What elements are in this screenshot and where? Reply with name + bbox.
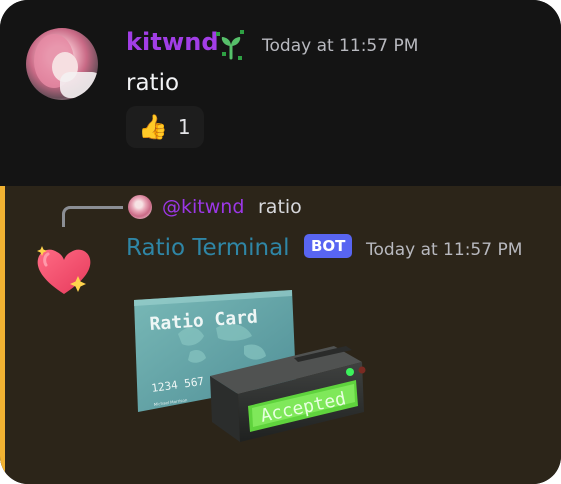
mention-accent-bar [0, 186, 5, 484]
username[interactable]: kitwnd [126, 28, 219, 56]
reaction-count: 1 [177, 115, 191, 139]
ratio-card-terminal-image[interactable]: Ratio Card 1234 567 Michael Morrison Acc… [126, 284, 396, 458]
chat-frame: kitwnd Today at 11:57 PM ratio 👍 1 @kitw… [0, 0, 561, 484]
message-kitwnd: kitwnd Today at 11:57 PM ratio 👍 1 [0, 0, 561, 186]
reaction-thumbs-up[interactable]: 👍 1 [126, 106, 204, 148]
reply-connector [62, 206, 123, 227]
timestamp: Today at 11:57 PM [366, 240, 523, 260]
sparkling-heart-icon[interactable] [34, 242, 94, 298]
bot-badge: BOT [304, 234, 353, 258]
reply-avatar[interactable] [128, 195, 152, 219]
message-ratio-terminal: @kitwnd ratio Ratio Terminal BOT Today a… [0, 186, 561, 484]
green-led-icon [346, 368, 354, 376]
thumbs-up-icon: 👍 [138, 113, 168, 141]
bot-username[interactable]: Ratio Terminal [126, 235, 290, 261]
message-content: ratio [126, 70, 180, 96]
reply-preview-text[interactable]: ratio [258, 196, 302, 218]
red-led-icon [358, 366, 366, 374]
sprout-icon [216, 30, 244, 60]
reply-mention[interactable]: @kitwnd [162, 196, 244, 218]
avatar[interactable] [26, 28, 98, 100]
avatar-clothing [60, 72, 98, 98]
timestamp: Today at 11:57 PM [262, 36, 419, 56]
